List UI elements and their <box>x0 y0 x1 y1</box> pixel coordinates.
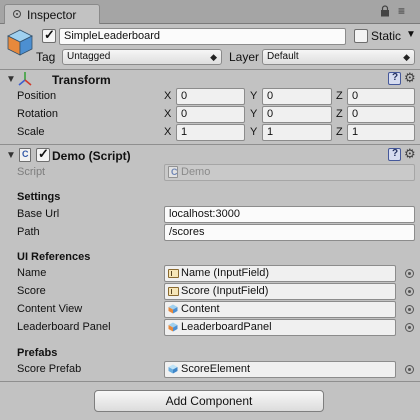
inputfield-icon <box>168 269 179 278</box>
inspector-titlebar: Inspector ≡ <box>0 0 420 24</box>
scale-z-input[interactable]: 1 <box>347 124 415 141</box>
static-dropdown-arrow-icon[interactable]: ▼ <box>406 29 416 40</box>
path-input[interactable]: /scores <box>164 224 415 241</box>
score-prefab-value: ScoreElement <box>181 363 251 375</box>
object-picker-icon[interactable] <box>405 287 414 296</box>
divider <box>0 69 420 70</box>
object-picker-icon[interactable] <box>405 269 414 278</box>
score-prefab-object-field[interactable]: ScoreElement <box>164 361 396 378</box>
demo-foldout-icon[interactable]: ▼ <box>6 150 16 161</box>
inspector-tab-label: Inspector <box>27 8 77 22</box>
leaderboard-panel-value: LeaderboardPanel <box>181 321 272 333</box>
rotation-z-input[interactable]: 0 <box>347 106 415 123</box>
tag-value: Untagged <box>67 51 111 62</box>
static-checkbox[interactable] <box>354 29 368 43</box>
name-value: Name (InputField) <box>181 267 270 279</box>
ui-references-header: UI References <box>17 251 91 263</box>
leaderboard-panel-object-field[interactable]: LeaderboardPanel <box>164 319 396 336</box>
axis-y-label: Y <box>250 108 258 120</box>
static-label: Static <box>371 29 402 43</box>
csharp-script-icon <box>19 148 31 162</box>
demo-title: Demo (Script) <box>52 149 131 163</box>
base-url-label: Base Url <box>17 208 60 220</box>
rotation-y-input[interactable]: 0 <box>262 106 332 123</box>
tag-dropdown[interactable]: Untagged ◆ <box>62 49 222 65</box>
checkmark-icon: ✓ <box>38 146 49 161</box>
scale-label: Scale <box>17 126 45 138</box>
layer-label: Layer <box>229 50 260 64</box>
position-label: Position <box>17 90 57 102</box>
name-label: Name <box>17 267 47 279</box>
tag-dropdown-arrow-icon: ◆ <box>210 52 217 62</box>
content-view-object-field[interactable]: Content <box>164 301 396 318</box>
object-picker-icon[interactable] <box>405 323 414 332</box>
transform-axes-icon <box>18 72 32 86</box>
menu-icon[interactable]: ≡ <box>398 4 405 18</box>
axis-x-label: X <box>164 108 172 120</box>
layer-dropdown[interactable]: Default ◆ <box>262 49 415 65</box>
gear-icon[interactable]: ⚙ <box>404 147 416 160</box>
prefab-icon <box>168 364 178 374</box>
gear-icon[interactable]: ⚙ <box>404 71 416 84</box>
settings-header: Settings <box>17 191 61 203</box>
rotation-label: Rotation <box>17 108 58 120</box>
help-icon[interactable] <box>388 148 401 161</box>
content-view-label: Content View <box>17 303 83 315</box>
add-component-button[interactable]: Add Component <box>94 390 324 412</box>
name-object-field[interactable]: Name (InputField) <box>164 265 396 282</box>
score-value: Score (InputField) <box>181 285 269 297</box>
object-picker-icon[interactable] <box>405 305 414 314</box>
scale-x-input[interactable]: 1 <box>176 124 245 141</box>
transform-foldout-icon[interactable]: ▼ <box>6 74 16 85</box>
axis-y-label: Y <box>250 126 258 138</box>
position-x-input[interactable]: 0 <box>176 88 245 105</box>
script-label: Script <box>17 166 46 178</box>
active-checkbox[interactable]: ✓ <box>42 27 56 43</box>
scale-y-input[interactable]: 1 <box>262 124 332 141</box>
divider <box>0 381 420 382</box>
gameobject-cube-icon <box>168 322 178 332</box>
axis-x-label: X <box>164 90 172 102</box>
script-field: Demo <box>164 164 415 181</box>
position-z-input[interactable]: 0 <box>347 88 415 105</box>
axis-z-label: Z <box>336 108 343 120</box>
inspector-tab[interactable]: Inspector <box>4 4 100 24</box>
score-prefab-label: Score Prefab <box>17 363 82 375</box>
checkmark-icon: ✓ <box>44 27 55 42</box>
axis-z-label: Z <box>336 90 343 102</box>
rotation-x-input[interactable]: 0 <box>176 106 245 123</box>
base-url-input[interactable]: localhost:3000 <box>164 206 415 223</box>
axis-x-label: X <box>164 126 172 138</box>
prefabs-header: Prefabs <box>17 347 58 359</box>
path-label: Path <box>17 226 40 238</box>
score-object-field[interactable]: Score (InputField) <box>164 283 396 300</box>
gameobject-cube-icon <box>168 304 178 314</box>
position-y-input[interactable]: 0 <box>262 88 332 105</box>
gameobject-name-input[interactable]: SimpleLeaderboard <box>59 28 346 45</box>
help-icon[interactable] <box>388 72 401 85</box>
axis-z-label: Z <box>336 126 343 138</box>
axis-y-label: Y <box>250 90 258 102</box>
transform-title: Transform <box>52 73 111 87</box>
leaderboard-panel-label: Leaderboard Panel <box>17 321 111 333</box>
content-view-value: Content <box>181 303 220 315</box>
gameobject-cube-icon <box>7 29 33 56</box>
object-picker-icon[interactable] <box>405 365 414 374</box>
inputfield-icon <box>168 287 179 296</box>
info-icon <box>13 10 21 18</box>
demo-enabled-checkbox[interactable]: ✓ <box>36 146 50 162</box>
script-value: Demo <box>181 166 211 178</box>
divider <box>0 144 420 145</box>
layer-dropdown-arrow-icon: ◆ <box>403 52 410 62</box>
lock-icon[interactable] <box>380 5 390 17</box>
csharp-script-icon <box>168 166 178 178</box>
layer-value: Default <box>267 51 299 62</box>
score-label: Score <box>17 285 46 297</box>
tag-label: Tag <box>36 50 56 64</box>
